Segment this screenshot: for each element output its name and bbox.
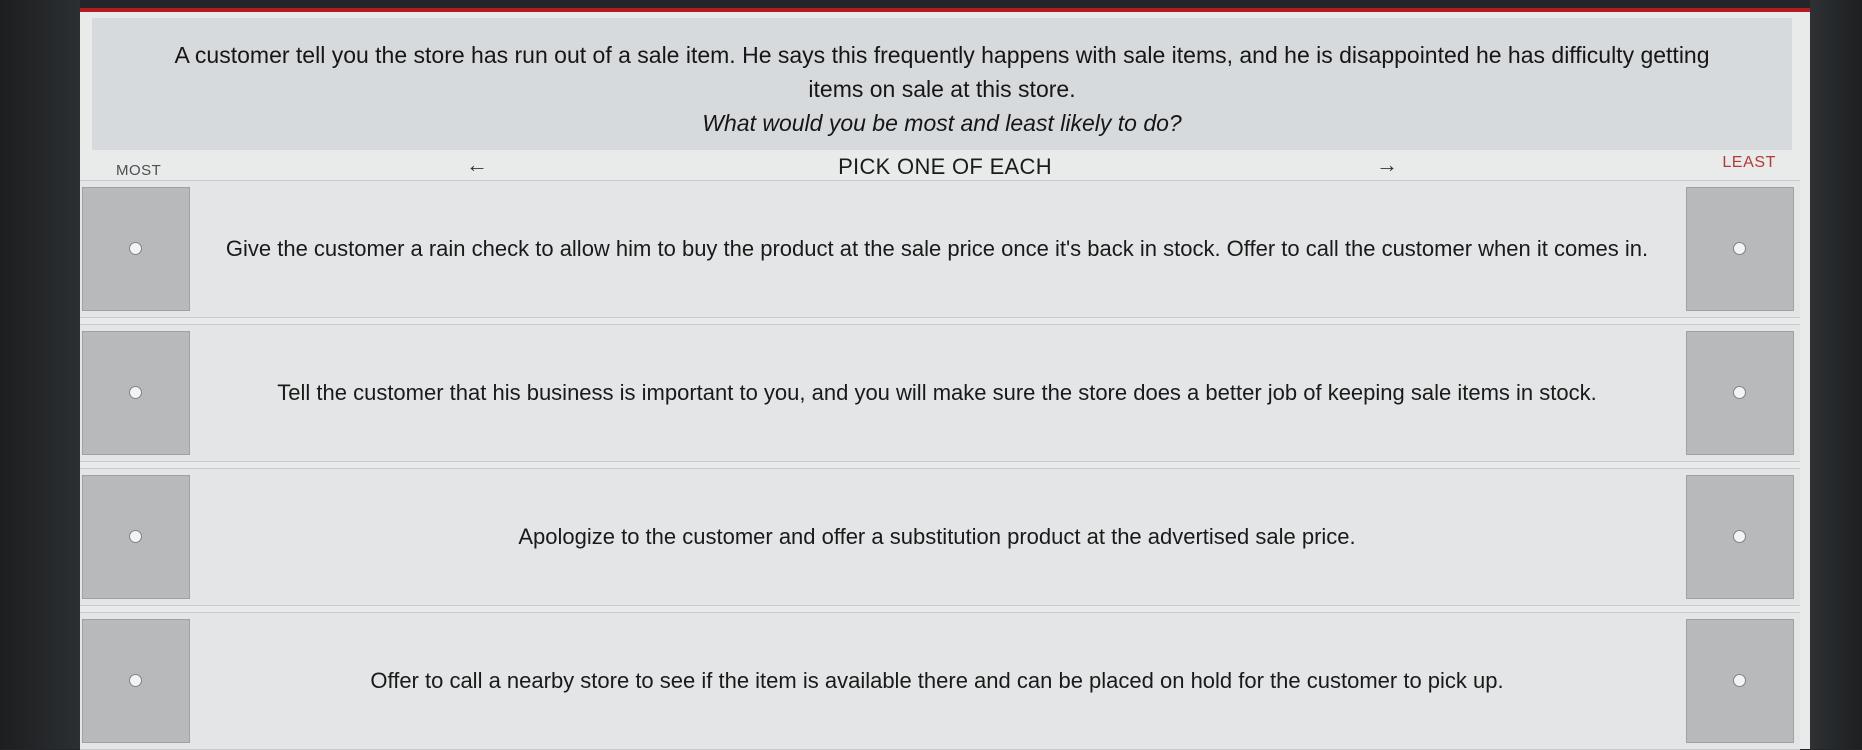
arrow-right-icon: →: [1376, 152, 1398, 177]
option-row: Apologize to the customer and offer a su…: [80, 468, 1800, 606]
least-label: LEAST: [1722, 154, 1776, 171]
option-row: Give the customer a rain check to allow …: [80, 180, 1800, 318]
option-text: Tell the customer that his business is i…: [277, 380, 1597, 405]
least-radio-option-3[interactable]: [1686, 475, 1794, 599]
question-text: A customer tell you the store has run ou…: [174, 42, 1710, 102]
most-radio-option-2[interactable]: [82, 331, 190, 455]
option-text: Apologize to the customer and offer a su…: [518, 524, 1356, 549]
option-row: Tell the customer that his business is i…: [80, 324, 1800, 462]
radio-circle-icon: [129, 242, 142, 255]
radio-circle-icon: [1733, 242, 1746, 255]
question-screen: A customer tell you the store has run ou…: [80, 8, 1810, 750]
monitor-bezel-right: [1810, 0, 1862, 749]
radio-circle-icon: [129, 386, 142, 399]
radio-circle-icon: [1733, 674, 1746, 687]
question-panel: A customer tell you the store has run ou…: [92, 18, 1792, 150]
radio-circle-icon: [129, 530, 142, 543]
most-radio-option-1[interactable]: [82, 187, 190, 311]
most-radio-option-4[interactable]: [82, 619, 190, 743]
monitor-bezel-left: [0, 0, 80, 749]
radio-circle-icon: [1733, 530, 1746, 543]
answer-header: MOST ← PICK ONE OF EACH → LEAST: [80, 150, 1810, 184]
option-text: Give the customer a rain check to allow …: [225, 236, 1649, 261]
least-radio-option-4[interactable]: [1686, 619, 1794, 743]
question-prompt: What would you be most and least likely …: [702, 110, 1182, 136]
option-text: Offer to call a nearby store to see if t…: [370, 668, 1504, 693]
most-radio-option-3[interactable]: [82, 475, 190, 599]
pick-one-label: PICK ONE OF EACH: [838, 154, 1052, 179]
least-radio-option-2[interactable]: [1686, 331, 1794, 455]
radio-circle-icon: [129, 674, 142, 687]
option-row: Offer to call a nearby store to see if t…: [80, 612, 1800, 750]
least-radio-option-1[interactable]: [1686, 187, 1794, 311]
radio-circle-icon: [1733, 386, 1746, 399]
